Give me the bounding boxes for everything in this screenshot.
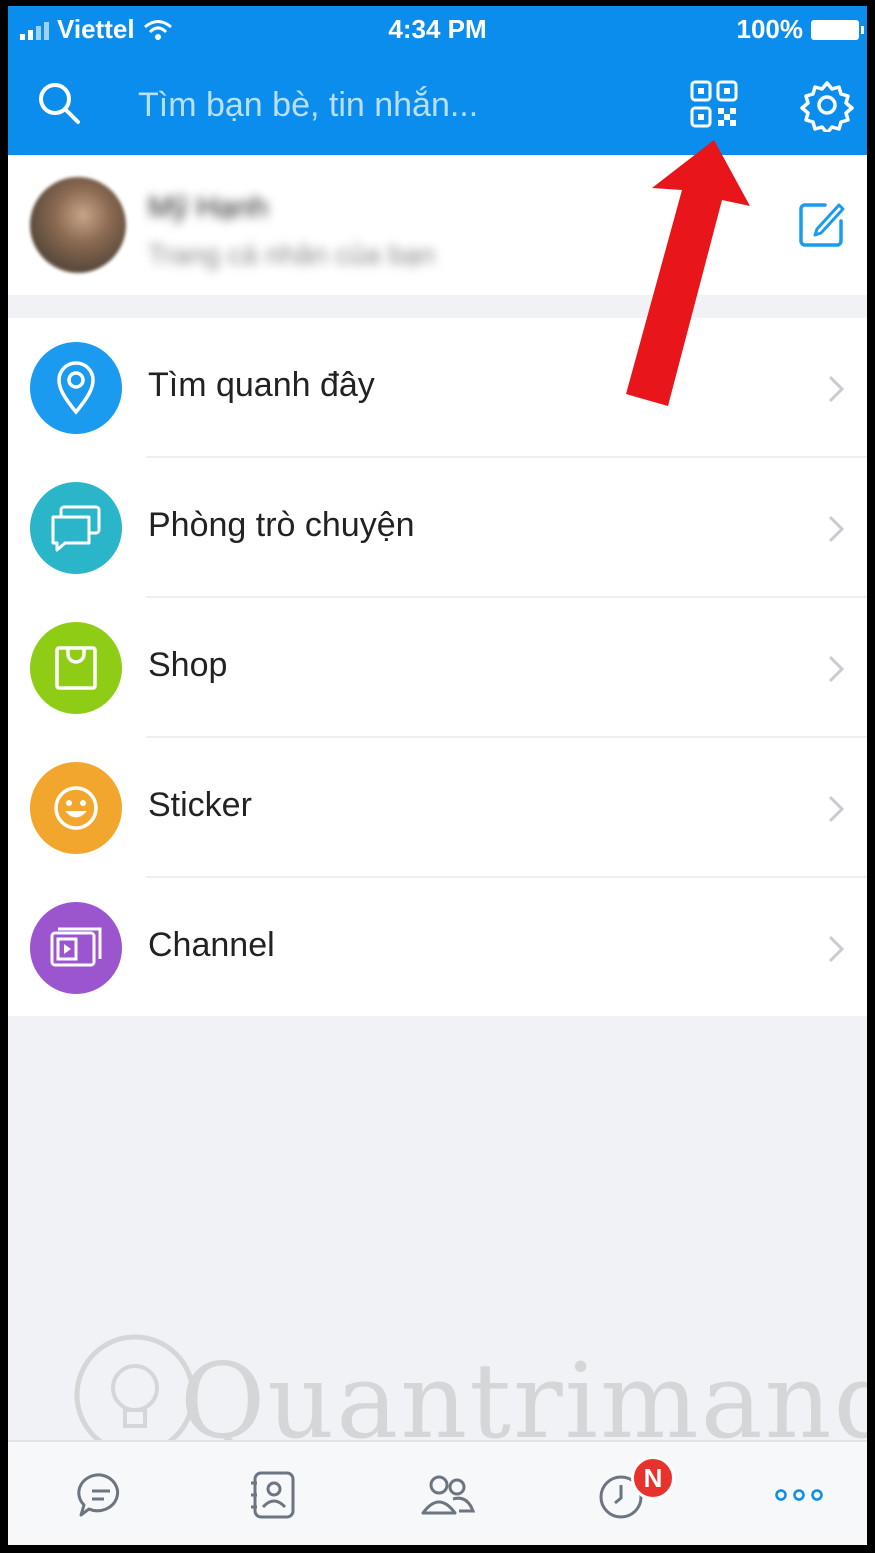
- messages-icon[interactable]: [73, 1467, 129, 1523]
- chevron-right-icon: [828, 375, 845, 403]
- menu-item-label: Sticker: [148, 786, 252, 824]
- menu-item-label: Shop: [148, 646, 228, 684]
- chevron-right-icon: [828, 515, 845, 543]
- annotation-arrow: [626, 140, 750, 406]
- menu-item-label: Tìm quanh đây: [148, 366, 375, 404]
- status-bar: Viettel 4:34 PM 100%: [0, 12, 875, 48]
- menu-item-label: Channel: [148, 926, 275, 964]
- search-input[interactable]: Tìm bạn bè, tin nhắn...: [138, 86, 478, 125]
- edit-icon[interactable]: [795, 199, 847, 251]
- battery-icon: [811, 19, 864, 40]
- nav-messages[interactable]: [66, 1460, 136, 1530]
- battery-status: 100%: [736, 14, 864, 45]
- avatar[interactable]: [30, 177, 126, 273]
- menu-item-label: Phòng trò chuyện: [148, 506, 415, 544]
- menu-item-chat-rooms[interactable]: Phòng trò chuyện: [8, 458, 867, 598]
- chat-room-icon: [30, 482, 122, 574]
- nav-groups[interactable]: [412, 1460, 482, 1530]
- video-channel-icon: [30, 902, 122, 994]
- header: Viettel 4:34 PM 100% Tìm bạn bè, tin nhắ…: [0, 0, 875, 155]
- profile-name: Mỹ Hạnh: [148, 191, 269, 224]
- menu-item-sticker[interactable]: Sticker: [8, 738, 867, 878]
- feature-menu: Tìm quanh đây Phòng trò chuyện Shop Stic…: [8, 318, 867, 1016]
- groups-icon[interactable]: [417, 1467, 477, 1523]
- smiley-icon: [30, 762, 122, 854]
- chevron-right-icon: [828, 935, 845, 963]
- gear-icon[interactable]: [800, 78, 854, 132]
- battery-percent: 100%: [736, 14, 804, 44]
- contacts-icon[interactable]: [245, 1467, 301, 1523]
- shopping-bag-icon: [30, 622, 122, 714]
- chevron-right-icon: [828, 795, 845, 823]
- menu-item-shop[interactable]: Shop: [8, 598, 867, 738]
- search-bar[interactable]: Tìm bạn bè, tin nhắn...: [0, 60, 875, 150]
- nav-more[interactable]: [764, 1460, 834, 1530]
- location-pin-icon: [30, 342, 122, 434]
- menu-item-channel[interactable]: Channel: [8, 878, 867, 1018]
- more-icon[interactable]: [771, 1485, 827, 1505]
- notification-badge: N: [631, 1456, 675, 1500]
- chevron-right-icon: [828, 655, 845, 683]
- nav-contacts[interactable]: [238, 1460, 308, 1530]
- search-icon[interactable]: [34, 78, 84, 128]
- bottom-nav: [8, 1440, 867, 1549]
- profile-subtitle: Trang cá nhân của bạn: [148, 239, 435, 270]
- qr-scan-icon[interactable]: [688, 78, 740, 130]
